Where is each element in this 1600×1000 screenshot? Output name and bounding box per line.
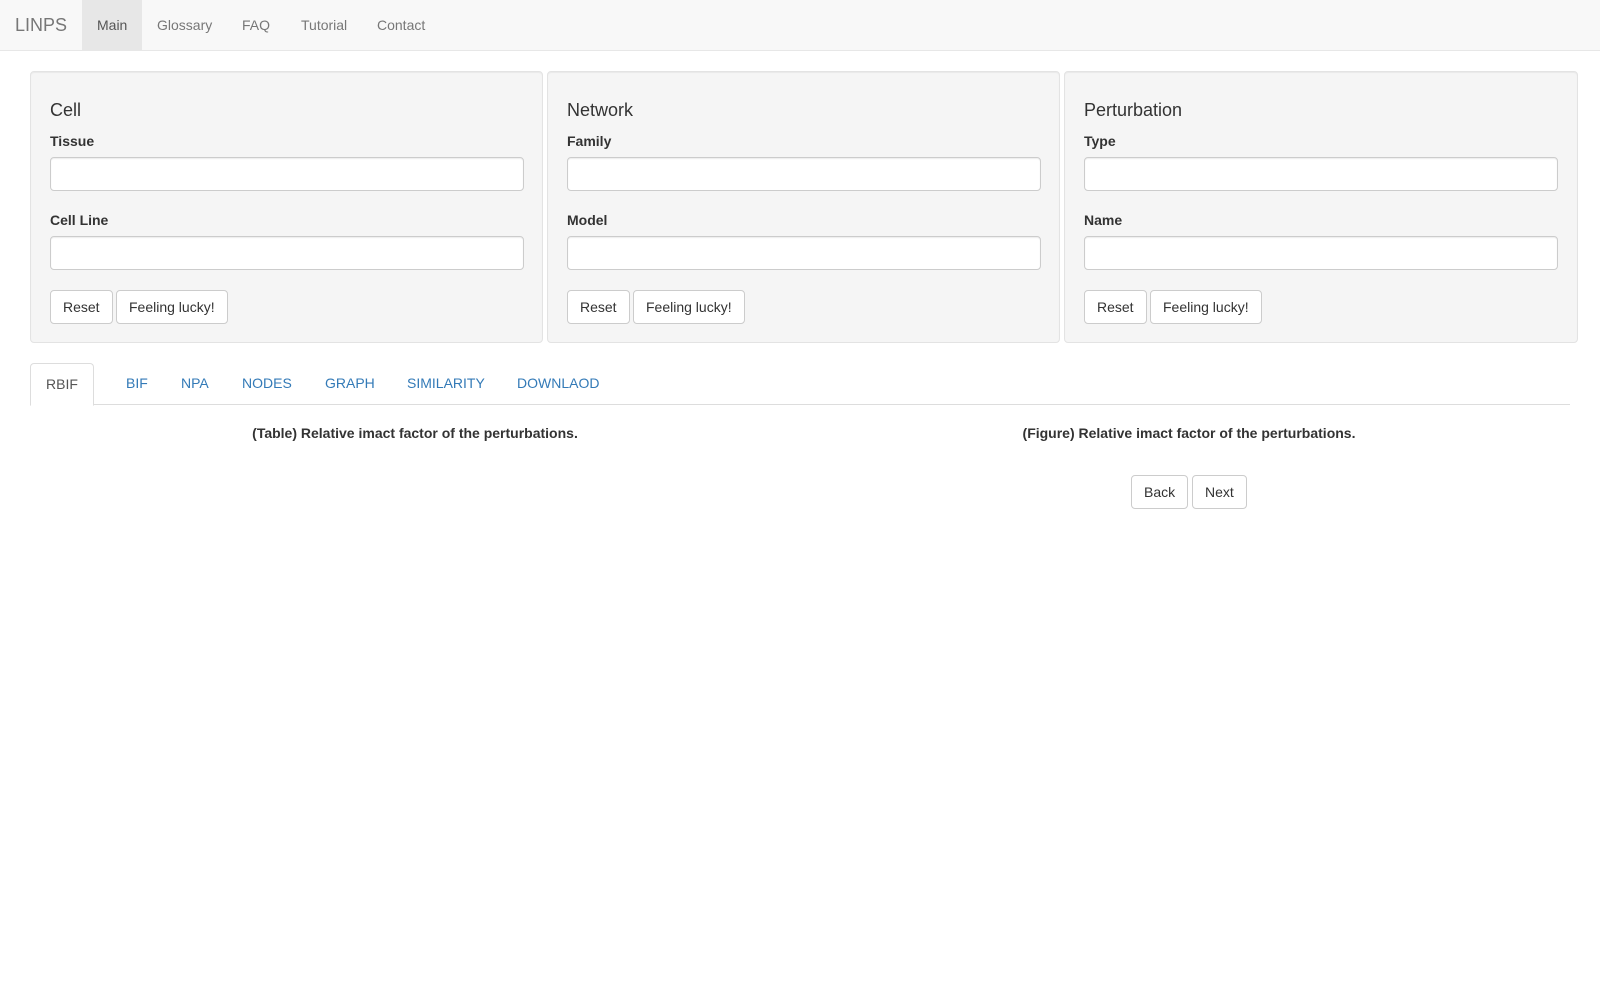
tissue-label: Tissue [50, 133, 95, 149]
reset-button[interactable]: Reset [1084, 290, 1147, 324]
nav-item-tutorial[interactable]: Tutorial [286, 0, 362, 50]
tab-graph[interactable]: GRAPH [310, 363, 390, 405]
tab-npa[interactable]: NPA [166, 363, 224, 405]
name-input[interactable] [1084, 236, 1558, 270]
table-caption: (Table) Relative imact factor of the per… [252, 425, 578, 441]
brand-logo[interactable]: LINPS [15, 0, 67, 50]
family-input[interactable] [567, 157, 1041, 191]
navbar: LINPS Main Glossary FAQ Tutorial Contact [0, 0, 1600, 51]
type-input[interactable] [1084, 157, 1558, 191]
family-label: Family [567, 133, 612, 149]
back-button[interactable]: Back [1131, 475, 1189, 509]
perturbation-panel: Perturbation Type Name Reset Feeling luc… [1064, 71, 1578, 343]
nav-item-glossary[interactable]: Glossary [142, 0, 227, 50]
tissue-input[interactable] [50, 157, 524, 191]
tab-rbif[interactable]: RBIF [30, 363, 94, 406]
cell-line-label: Cell Line [50, 212, 109, 228]
tab-similarity[interactable]: SIMILARITY [392, 363, 500, 405]
result-tabs: RBIF BIF NPA NODES GRAPH SIMILARITY DOWN… [30, 363, 1570, 406]
panel-title: Perturbation [1084, 100, 1183, 120]
cell-panel: Cell Tissue Cell Line Reset Feeling luck… [30, 71, 543, 343]
tab-nodes[interactable]: NODES [227, 363, 307, 405]
feeling-lucky-button[interactable]: Feeling lucky! [1150, 290, 1262, 324]
network-panel: Network Family Model Reset Feeling lucky… [547, 71, 1060, 343]
tab-bif[interactable]: BIF [111, 363, 163, 405]
next-button[interactable]: Next [1192, 475, 1247, 509]
reset-button[interactable]: Reset [567, 290, 630, 324]
reset-button[interactable]: Reset [50, 290, 113, 324]
nav-item-faq[interactable]: FAQ [227, 0, 285, 50]
tab-download[interactable]: DOWNLAOD [502, 363, 614, 405]
cell-line-input[interactable] [50, 236, 524, 270]
feeling-lucky-button[interactable]: Feeling lucky! [116, 290, 228, 324]
name-label: Name [1084, 212, 1123, 228]
panel-title: Network [567, 100, 634, 120]
nav-item-main[interactable]: Main [82, 0, 143, 50]
model-input[interactable] [567, 236, 1041, 270]
figure-caption: (Figure) Relative imact factor of the pe… [1022, 425, 1356, 441]
panel-title: Cell [50, 100, 82, 120]
feeling-lucky-button[interactable]: Feeling lucky! [633, 290, 745, 324]
type-label: Type [1084, 133, 1116, 149]
nav-item-contact[interactable]: Contact [362, 0, 440, 50]
model-label: Model [567, 212, 608, 228]
